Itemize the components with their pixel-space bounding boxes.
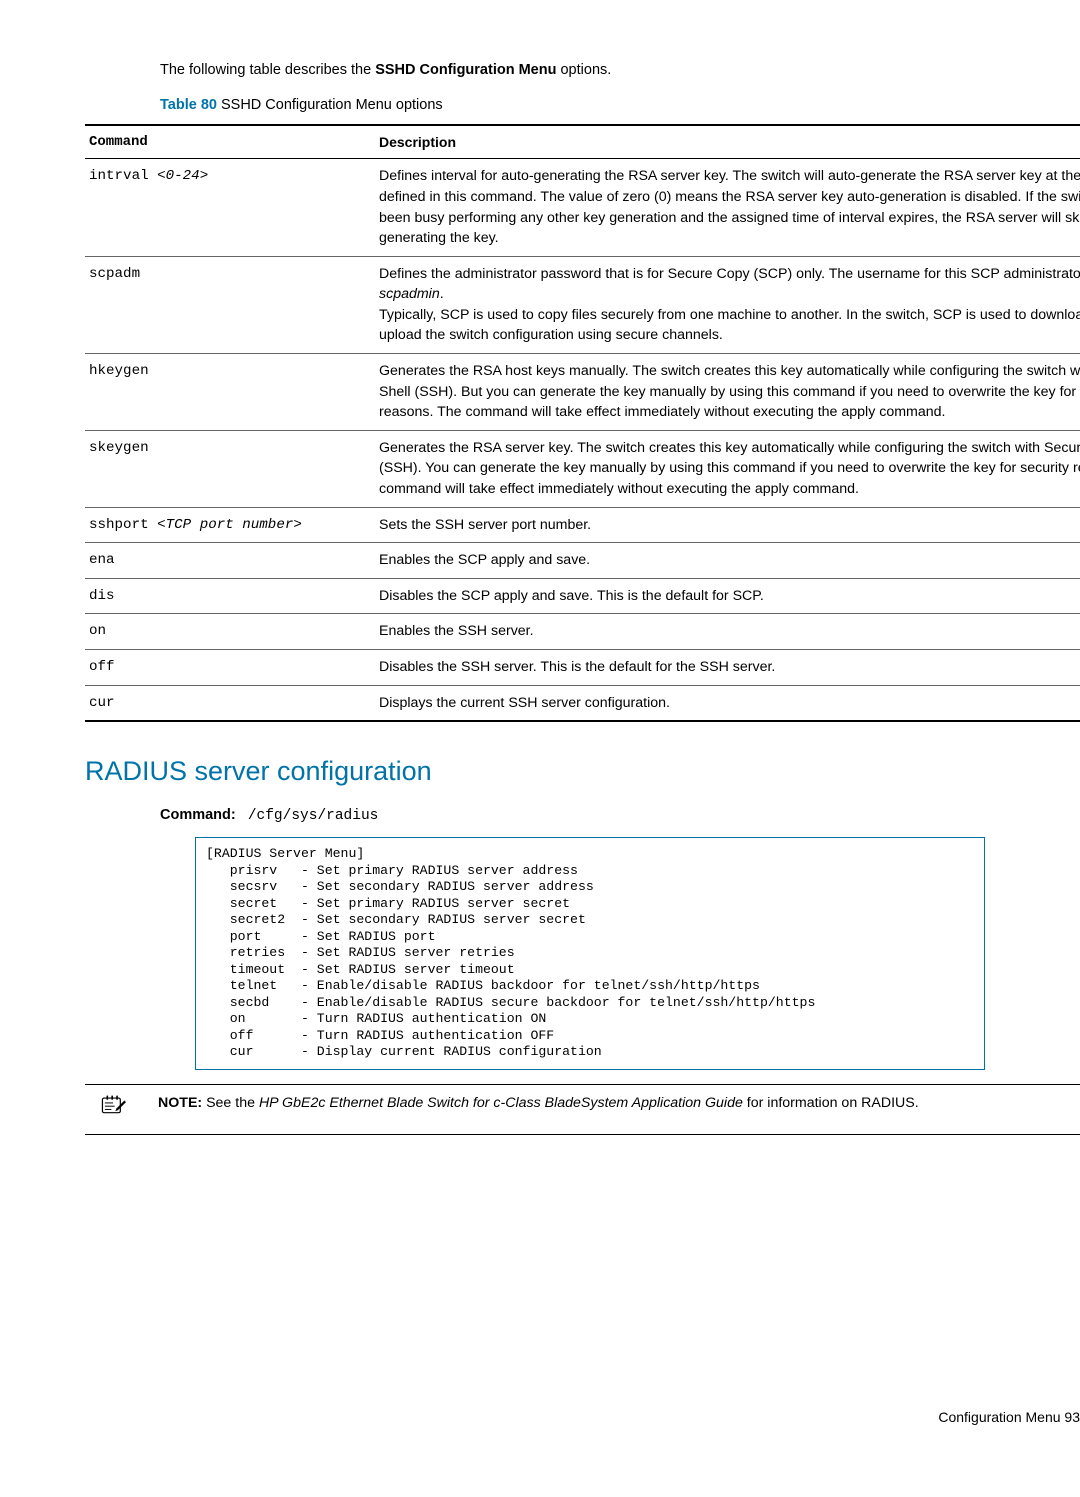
note-post: for information on RADIUS.: [743, 1095, 919, 1111]
desc-cell: Sets the SSH server port number.: [375, 507, 1080, 543]
table-row: onEnables the SSH server.: [85, 614, 1080, 650]
cmd-cell: cur: [85, 685, 375, 721]
cmd-path: /cfg/sys/radius: [248, 808, 379, 824]
table-row: intrval <0-24>Defines interval for auto-…: [85, 159, 1080, 256]
cmd-cell: scpadm: [85, 256, 375, 353]
note-label: NOTE:: [158, 1095, 202, 1111]
cmd-label: Command:: [160, 807, 236, 823]
table-row: sshport <TCP port number>Sets the SSH se…: [85, 507, 1080, 543]
cmd-cell: dis: [85, 578, 375, 614]
intro-prefix: The following table describes the: [160, 62, 375, 78]
th-command: Command: [85, 125, 375, 159]
table-number: Table 80: [160, 97, 217, 113]
intro-text: The following table describes the SSHD C…: [160, 60, 1080, 81]
section-heading: RADIUS server configuration: [85, 752, 1080, 791]
radius-menu-box: [RADIUS Server Menu] prisrv - Set primar…: [195, 837, 985, 1070]
cmd-cell: hkeygen: [85, 354, 375, 431]
cmd-cell: sshport <TCP port number>: [85, 507, 375, 543]
desc-cell: Generates the RSA server key. The switch…: [375, 430, 1080, 507]
table-row: curDisplays the current SSH server confi…: [85, 685, 1080, 721]
command-line: Command: /cfg/sys/radius: [160, 805, 1080, 827]
table-row: scpadmDefines the administrator password…: [85, 256, 1080, 353]
sshd-config-table: Command Description intrval <0-24>Define…: [85, 124, 1080, 722]
intro-suffix: options.: [556, 62, 611, 78]
cmd-cell: on: [85, 614, 375, 650]
note-em: HP GbE2c Ethernet Blade Switch for c-Cla…: [259, 1095, 743, 1111]
table-caption: Table 80 SSHD Configuration Menu options: [160, 95, 1080, 116]
desc-cell: Generates the RSA host keys manually. Th…: [375, 354, 1080, 431]
desc-cell: Disables the SSH server. This is the def…: [375, 650, 1080, 686]
page-footer: Configuration Menu 93: [938, 1407, 1080, 1427]
cmd-cell: skeygen: [85, 430, 375, 507]
table-row: skeygenGenerates the RSA server key. The…: [85, 430, 1080, 507]
intro-bold: SSHD Configuration Menu: [375, 62, 556, 78]
desc-cell: Enables the SCP apply and save.: [375, 543, 1080, 579]
note-text: NOTE: See the HP GbE2c Ethernet Blade Sw…: [158, 1093, 1080, 1114]
table-title: SSHD Configuration Menu options: [217, 97, 443, 113]
desc-cell: Enables the SSH server.: [375, 614, 1080, 650]
table-row: hkeygenGenerates the RSA host keys manua…: [85, 354, 1080, 431]
table-row: disDisables the SCP apply and save. This…: [85, 578, 1080, 614]
table-row: enaEnables the SCP apply and save.: [85, 543, 1080, 579]
th-description: Description: [375, 125, 1080, 159]
desc-cell: Defines the administrator password that …: [375, 256, 1080, 353]
note-block: NOTE: See the HP GbE2c Ethernet Blade Sw…: [85, 1084, 1080, 1135]
desc-cell: Displays the current SSH server configur…: [375, 685, 1080, 721]
cmd-cell: intrval <0-24>: [85, 159, 375, 256]
desc-cell: Defines interval for auto-generating the…: [375, 159, 1080, 256]
cmd-cell: off: [85, 650, 375, 686]
table-row: offDisables the SSH server. This is the …: [85, 650, 1080, 686]
note-icon: [85, 1093, 140, 1126]
cmd-cell: ena: [85, 543, 375, 579]
note-pre: See the: [202, 1095, 259, 1111]
desc-cell: Disables the SCP apply and save. This is…: [375, 578, 1080, 614]
